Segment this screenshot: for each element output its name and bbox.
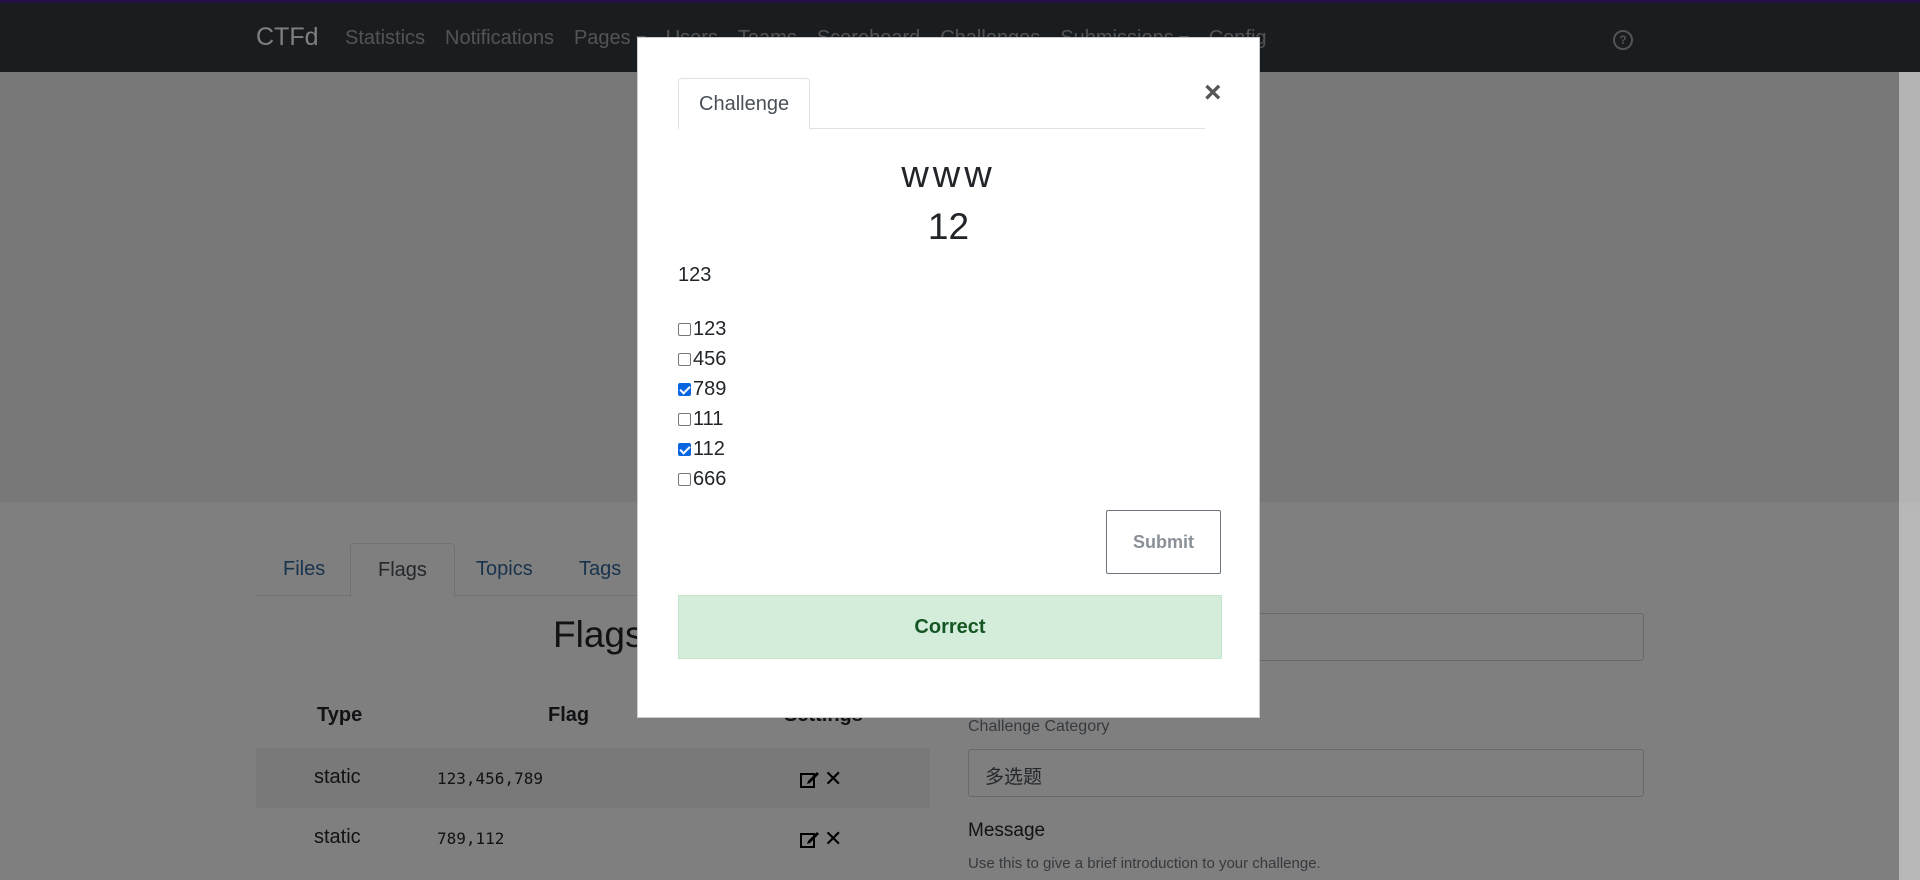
choice-option[interactable]: 123 bbox=[678, 314, 726, 344]
choice-option[interactable]: 666 bbox=[678, 464, 726, 494]
choice-label: 456 bbox=[693, 347, 727, 370]
checkbox[interactable] bbox=[678, 472, 691, 486]
checkbox[interactable] bbox=[678, 352, 691, 366]
checkbox[interactable] bbox=[678, 442, 691, 456]
choice-option[interactable]: 111 bbox=[678, 404, 726, 434]
choice-label: 666 bbox=[693, 467, 727, 490]
tab-challenge[interactable]: Challenge bbox=[678, 78, 811, 130]
choice-label: 789 bbox=[693, 377, 727, 400]
challenge-name: www bbox=[901, 154, 996, 196]
checkbox[interactable] bbox=[678, 412, 691, 426]
challenge-description: 123 bbox=[678, 264, 712, 286]
choice-option[interactable]: 112 bbox=[678, 434, 726, 464]
choice-label: 111 bbox=[693, 407, 724, 430]
checkbox[interactable] bbox=[678, 382, 691, 396]
choice-label: 112 bbox=[693, 437, 725, 460]
submit-button[interactable]: Submit bbox=[1106, 510, 1221, 574]
challenge-value: 12 bbox=[927, 206, 970, 247]
choice-label: 123 bbox=[693, 317, 727, 340]
result-alert: Correct bbox=[678, 595, 1222, 659]
choice-list: 123 456 789 111 112 666 bbox=[678, 314, 726, 494]
scrollbar[interactable] bbox=[1899, 72, 1920, 880]
checkbox[interactable] bbox=[678, 322, 691, 336]
choice-option[interactable]: 789 bbox=[678, 374, 726, 404]
close-icon[interactable]: × bbox=[1204, 78, 1222, 108]
challenge-modal: Challenge × www 12 123 123 456 789 111 1… bbox=[637, 37, 1260, 718]
modal-tabs: Challenge bbox=[678, 78, 1205, 130]
choice-option[interactable]: 456 bbox=[678, 344, 726, 374]
